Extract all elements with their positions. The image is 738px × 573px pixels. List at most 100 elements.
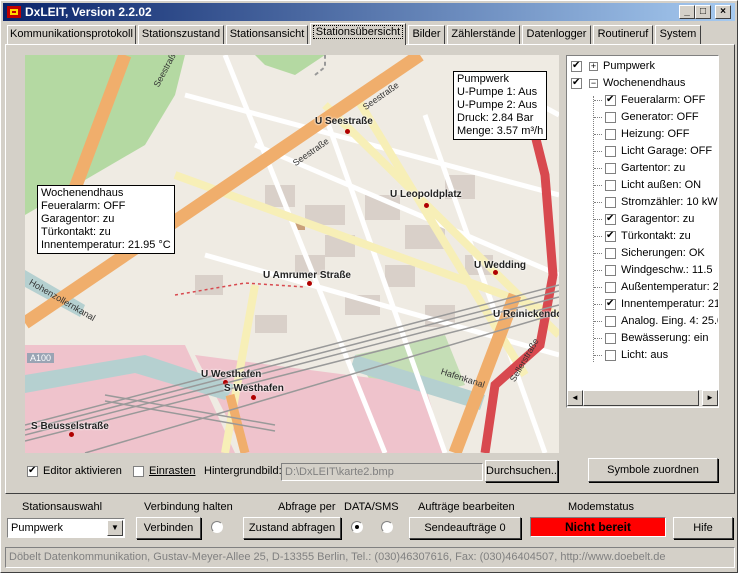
- sms-radio[interactable]: [381, 521, 393, 533]
- tab-stationsuebersicht[interactable]: Stationsübersicht: [310, 23, 406, 45]
- orders-label: Aufträge bearbeiten: [418, 501, 515, 513]
- tree-checkbox[interactable]: [605, 212, 616, 225]
- tab-kommunikationsprotokoll[interactable]: Kommunikationsprotokoll: [7, 25, 136, 44]
- tree-checkbox[interactable]: [605, 265, 616, 276]
- station-marker[interactable]: [69, 432, 74, 437]
- tree-item[interactable]: Sicherungen: OK: [567, 245, 718, 262]
- tab-label: Zählerstände: [451, 28, 516, 40]
- tree-checkbox[interactable]: [605, 282, 616, 293]
- tree-checkbox[interactable]: [605, 93, 616, 106]
- tree-item[interactable]: Bewässerung: ein: [567, 330, 718, 347]
- info-line: Druck: 2.84 Bar: [457, 112, 534, 124]
- station-select-dropdown[interactable]: ▼: [107, 520, 123, 536]
- tree-checkbox[interactable]: [605, 248, 616, 259]
- modem-status-label: Modemstatus: [568, 501, 635, 513]
- info-line: Garagentor: zu: [41, 213, 115, 225]
- tree-checkbox[interactable]: [605, 180, 616, 191]
- tree-checkbox[interactable]: [571, 59, 582, 72]
- tree-checkbox[interactable]: [605, 163, 616, 174]
- close-button[interactable]: ×: [715, 5, 731, 19]
- tree-node-pumpwerk[interactable]: + Pumpwerk: [567, 58, 718, 75]
- tab-stationsansicht[interactable]: Stationsansicht: [226, 25, 308, 44]
- tree-item[interactable]: Gartentor: zu: [567, 160, 718, 177]
- station-marker[interactable]: [345, 129, 350, 134]
- data-radio[interactable]: [351, 521, 363, 533]
- station-marker[interactable]: [251, 395, 256, 400]
- tree-checkbox[interactable]: [605, 129, 616, 140]
- tree-checkbox[interactable]: [571, 76, 582, 89]
- assign-symbols-button[interactable]: Symbole zuordnen: [588, 458, 718, 482]
- tree-node-wochenendhaus[interactable]: −Wochenendhaus: [567, 75, 718, 92]
- scroll-thumb[interactable]: [583, 390, 699, 406]
- map-view[interactable]: Seestraße Seestraße Seestraße Sellerstra…: [25, 55, 559, 453]
- info-line: Menge: 3.57 m³/h: [457, 125, 544, 137]
- map-label-wedding: U Wedding: [474, 260, 527, 271]
- tree-item[interactable]: Heizung: OFF: [567, 126, 718, 143]
- tab-zaehlerstaende[interactable]: Zählerstände: [447, 25, 520, 44]
- tab-bilder[interactable]: Bilder: [408, 25, 445, 44]
- send-orders-button[interactable]: Sendeaufträge 0: [409, 517, 521, 539]
- info-line: U-Pumpe 1: Aus: [457, 86, 538, 98]
- arrow-left-icon: ◄: [571, 393, 579, 402]
- tab-stationszustand[interactable]: Stationszustand: [138, 25, 224, 44]
- tree-checkbox[interactable]: [605, 350, 616, 361]
- info-line: Türkontakt: zu: [41, 226, 111, 238]
- tree-connector: [594, 185, 602, 186]
- title-bar[interactable]: DxLEIT, Version 2.2.02 _ □ ×: [3, 3, 735, 21]
- scroll-left-button[interactable]: ◄: [567, 390, 583, 406]
- background-image-field[interactable]: D:\DxLEIT\karte2.bmp: [281, 463, 483, 481]
- connection-hold-label: Verbindung halten: [144, 501, 233, 513]
- tree-item-label: Garagentor: zu: [621, 213, 695, 225]
- station-tree[interactable]: + Pumpwerk −WochenendhausFeueralarm: OFFGe…: [566, 55, 719, 408]
- tree-connector: [594, 270, 602, 271]
- tab-system[interactable]: System: [655, 25, 701, 44]
- tree-item[interactable]: Feueralarm: OFF: [567, 92, 718, 109]
- tree-item[interactable]: Generator: OFF: [567, 109, 718, 126]
- pumpwerk-info-box[interactable]: Pumpwerk U-Pumpe 1: Aus U-Pumpe 2: Aus D…: [453, 71, 548, 140]
- tree-checkbox[interactable]: [605, 112, 616, 123]
- help-button[interactable]: Hife: [673, 517, 733, 539]
- tree-item[interactable]: Stromzähler: 10 kWh: [567, 194, 718, 211]
- tree-connector: [594, 338, 602, 339]
- station-marker[interactable]: [307, 281, 312, 286]
- tree-checkbox[interactable]: [605, 297, 616, 310]
- connect-button[interactable]: Verbinden: [136, 517, 201, 539]
- tree-checkbox[interactable]: [605, 146, 616, 157]
- editor-checkbox[interactable]: [27, 464, 38, 477]
- station-marker[interactable]: [493, 270, 498, 275]
- station-marker[interactable]: [424, 203, 429, 208]
- map-label-leopoldplatz: U Leopoldplatz: [390, 189, 462, 200]
- tree-checkbox[interactable]: [605, 316, 616, 327]
- wochenendhaus-info-box[interactable]: Wochenendhaus Feueralarm: OFF Garagentor…: [37, 185, 175, 254]
- tree-item[interactable]: Türkontakt: zu: [567, 228, 718, 245]
- close-icon: ×: [720, 6, 726, 17]
- expand-icon[interactable]: +: [589, 62, 598, 71]
- tree-horizontal-scrollbar[interactable]: ◄ ►: [567, 390, 718, 407]
- info-line: Pumpwerk: [457, 73, 509, 85]
- tree-connector: [594, 287, 602, 288]
- tree-item[interactable]: Licht: aus: [567, 347, 718, 364]
- browse-button[interactable]: Durchsuchen..: [485, 460, 558, 482]
- tree-connector: [594, 304, 602, 305]
- tree-checkbox[interactable]: [605, 197, 616, 208]
- tab-routineruf[interactable]: Routineruf: [593, 25, 653, 44]
- tab-datenlogger[interactable]: Datenlogger: [522, 25, 591, 44]
- tree-item-label: Innentemperatur: 21: [621, 298, 719, 310]
- tree-item[interactable]: Windgeschw.: 11.5: [567, 262, 718, 279]
- scroll-right-button[interactable]: ►: [702, 390, 718, 406]
- collapse-icon[interactable]: −: [589, 79, 598, 88]
- tree-item[interactable]: Analog. Eing. 4: 25.0: [567, 313, 718, 330]
- tree-item[interactable]: Licht Garage: OFF: [567, 143, 718, 160]
- hold-connection-radio[interactable]: [211, 521, 223, 533]
- tree-item[interactable]: Garagentor: zu: [567, 211, 718, 228]
- snap-checkbox[interactable]: [133, 466, 144, 477]
- tree-node-label: Pumpwerk: [603, 60, 655, 72]
- query-state-button[interactable]: Zustand abfragen: [243, 517, 341, 539]
- tree-item[interactable]: Licht außen: ON: [567, 177, 718, 194]
- maximize-button[interactable]: □: [695, 5, 711, 19]
- tree-checkbox[interactable]: [605, 229, 616, 242]
- tree-checkbox[interactable]: [605, 333, 616, 344]
- minimize-button[interactable]: _: [679, 5, 695, 19]
- tree-item[interactable]: Innentemperatur: 21: [567, 296, 719, 313]
- tree-item[interactable]: Außentemperatur: 20: [567, 279, 718, 296]
